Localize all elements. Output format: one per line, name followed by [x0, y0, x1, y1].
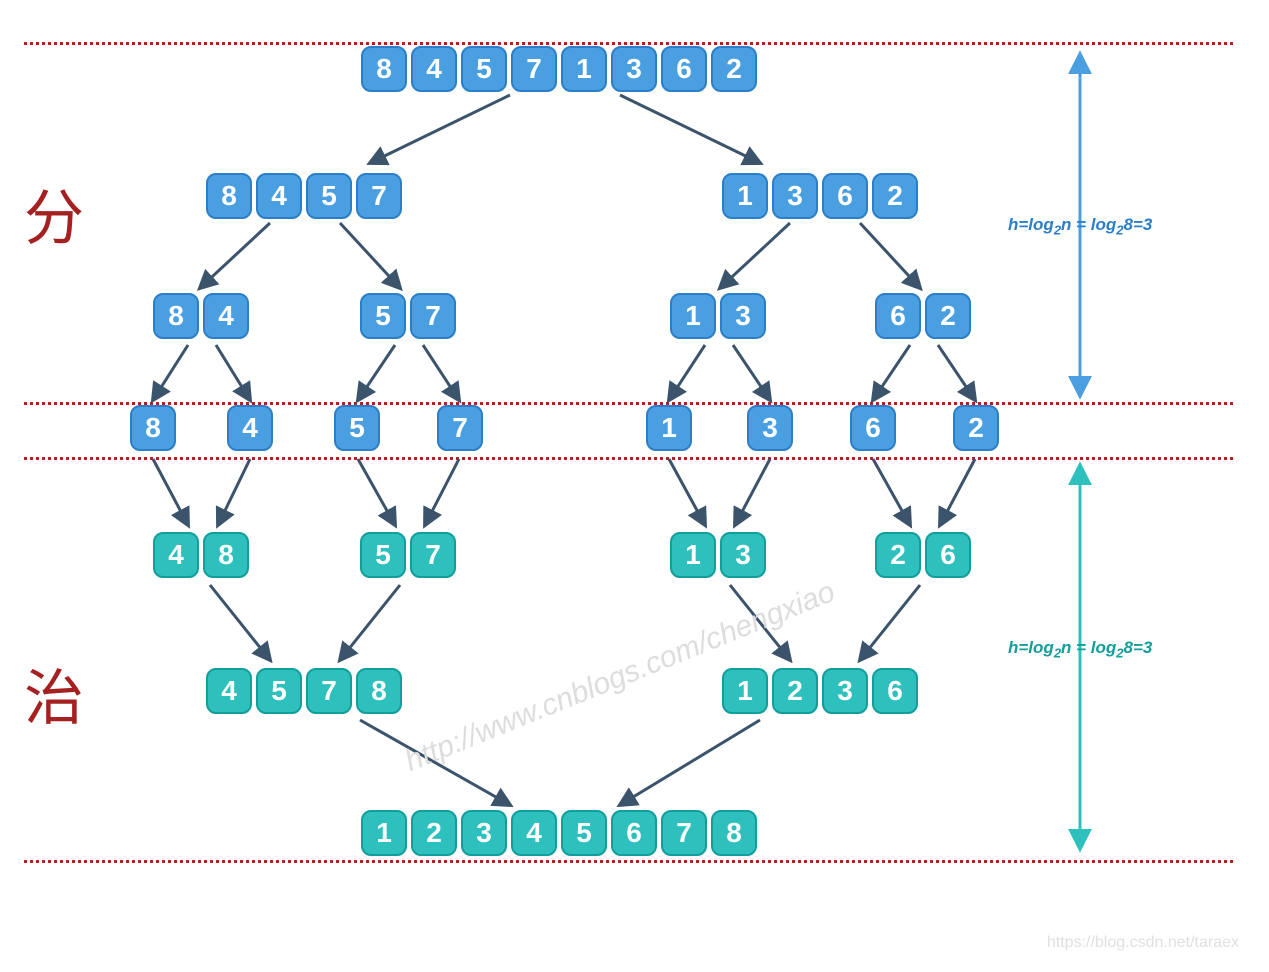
cell: 6	[875, 293, 921, 339]
cell: 5	[360, 532, 406, 578]
cell: 2	[711, 46, 757, 92]
cell: 8	[130, 405, 176, 451]
cell: 6	[661, 46, 707, 92]
cell: 1	[361, 810, 407, 856]
cell: 8	[711, 810, 757, 856]
level-c1-left: 4578	[204, 668, 404, 714]
cell: 5	[360, 293, 406, 339]
cell: 2	[953, 405, 999, 451]
level-d1-right: 1362	[720, 173, 920, 219]
cell: 5	[306, 173, 352, 219]
cell: 8	[206, 173, 252, 219]
cell: 3	[461, 810, 507, 856]
conquer-label: 治	[24, 650, 84, 737]
cell: 5	[561, 810, 607, 856]
divider-top	[24, 42, 1233, 45]
cell: 7	[410, 293, 456, 339]
cell: 3	[720, 532, 766, 578]
cell: 3	[611, 46, 657, 92]
level-d2-c: 13	[668, 293, 768, 339]
divider-mid-upper	[24, 402, 1233, 405]
watermark-csdn: https://blog.csdn.net/taraex	[1047, 934, 1239, 952]
cell: 1	[670, 532, 716, 578]
cell: 4	[227, 405, 273, 451]
level-d0: 84571362	[359, 46, 759, 92]
cell: 3	[747, 405, 793, 451]
cell: 7	[511, 46, 557, 92]
cell: 2	[411, 810, 457, 856]
cell: 4	[203, 293, 249, 339]
cell: 6	[925, 532, 971, 578]
cell: 3	[772, 173, 818, 219]
cell: 8	[356, 668, 402, 714]
cell: 6	[850, 405, 896, 451]
cell: 8	[361, 46, 407, 92]
cell: 1	[646, 405, 692, 451]
level-d2-a: 84	[151, 293, 251, 339]
level-c0-a: 48	[151, 532, 251, 578]
cell: 1	[670, 293, 716, 339]
cell: 7	[410, 532, 456, 578]
level-c1-right: 1236	[720, 668, 920, 714]
cell: 2	[925, 293, 971, 339]
cell: 5	[256, 668, 302, 714]
level-c2: 12345678	[359, 810, 759, 856]
cell: 3	[822, 668, 868, 714]
cell: 2	[875, 532, 921, 578]
cell: 1	[561, 46, 607, 92]
cell: 7	[661, 810, 707, 856]
cell: 4	[153, 532, 199, 578]
cell: 7	[306, 668, 352, 714]
cell: 2	[872, 173, 918, 219]
level-d1-left: 8457	[204, 173, 404, 219]
cell: 4	[511, 810, 557, 856]
height-formula-divide: h=log2n = log28=3	[1008, 215, 1152, 237]
cell: 7	[356, 173, 402, 219]
cell: 6	[872, 668, 918, 714]
cell: 8	[203, 532, 249, 578]
cell: 4	[256, 173, 302, 219]
divider-mid-lower	[24, 457, 1233, 460]
level-c0-c: 13	[668, 532, 768, 578]
cell: 8	[153, 293, 199, 339]
cell: 6	[822, 173, 868, 219]
cell: 6	[611, 810, 657, 856]
level-d2-d: 62	[873, 293, 973, 339]
cell: 5	[334, 405, 380, 451]
cell: 3	[720, 293, 766, 339]
level-c0-b: 57	[358, 532, 458, 578]
cell: 1	[722, 668, 768, 714]
cell: 5	[461, 46, 507, 92]
cell: 2	[772, 668, 818, 714]
divide-label: 分	[24, 170, 84, 257]
divider-bottom	[24, 860, 1233, 863]
cell: 7	[437, 405, 483, 451]
cell: 4	[206, 668, 252, 714]
cell: 4	[411, 46, 457, 92]
level-c0-d: 26	[873, 532, 973, 578]
height-formula-conquer: h=log2n = log28=3	[1008, 638, 1152, 660]
cell: 1	[722, 173, 768, 219]
level-d2-b: 57	[358, 293, 458, 339]
